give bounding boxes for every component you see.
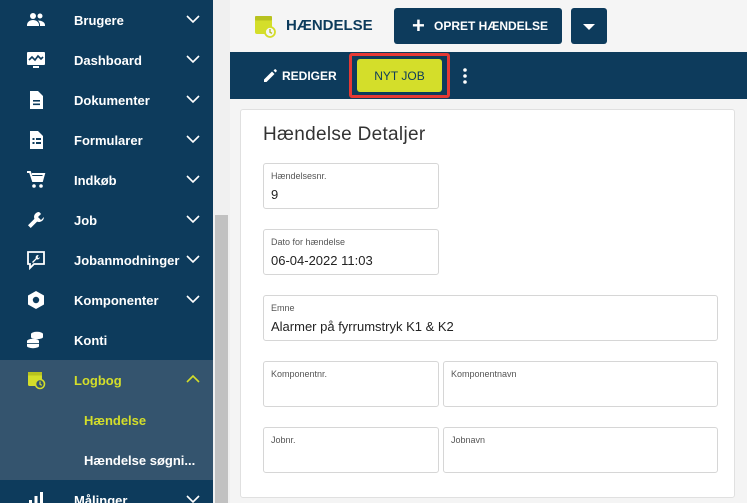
jobnavn-field[interactable]: Jobnavn: [443, 427, 718, 473]
sidebar-item-brugere[interactable]: Brugere: [0, 0, 213, 40]
request-icon: [27, 251, 45, 270]
logbook-icon: [255, 16, 276, 38]
sidebar-item-label: Konti: [74, 332, 108, 348]
emne-field[interactable]: Emne Alarmer på fyrrumstryk K1 & K2: [263, 295, 718, 341]
sidebar-item-logbog[interactable]: Logbog: [0, 360, 213, 400]
sidebar-item-label: Brugere: [74, 12, 124, 28]
dato-field[interactable]: Dato for hændelse 06-04-2022 11:03: [263, 229, 439, 275]
chevron-down-icon: [186, 135, 200, 144]
field-label: Jobnr.: [271, 435, 296, 445]
sidebar-item-formularer[interactable]: Formularer: [0, 120, 213, 160]
sidebar: Brugere Dashboard Dokumenter Formularer …: [0, 0, 213, 503]
sidebar-subitem-haendelse-sogning[interactable]: Hændelse søgni...: [0, 440, 213, 480]
field-value: 06-04-2022 11:03: [271, 253, 373, 268]
coins-icon: [27, 331, 43, 349]
sidebar-item-label: Jobanmodninger: [74, 252, 180, 268]
sidebar-item-label: Logbog: [74, 372, 122, 388]
edit-label: REDIGER: [282, 69, 337, 83]
chevron-down-icon: [186, 295, 200, 304]
page-title: HÆNDELSE: [286, 17, 373, 34]
caret-down-icon: [583, 24, 595, 30]
field-label: Komponentnr.: [271, 369, 328, 379]
sidebar-item-dokumenter[interactable]: Dokumenter: [0, 80, 213, 120]
field-label: Komponentnavn: [451, 369, 517, 379]
field-label: Emne: [271, 303, 295, 313]
dashboard-icon: [27, 52, 45, 68]
sidebar-item-komponenter[interactable]: Komponenter: [0, 280, 213, 320]
field-value: 9: [271, 187, 279, 202]
component-icon: [28, 291, 44, 309]
sidebar-item-label: Job: [74, 212, 98, 228]
sidebar-item-label: Målinger: [74, 492, 128, 503]
create-haendelse-label: OPRET HÆNDELSE: [434, 19, 549, 33]
sidebar-scrollbar-thumb[interactable]: [215, 215, 228, 503]
field-label: Jobnavn: [451, 435, 486, 445]
plus-icon: +: [412, 13, 425, 38]
sidebar-item-label: Dashboard: [74, 52, 142, 68]
cart-icon: [27, 171, 46, 188]
jobnr-field[interactable]: Jobnr.: [263, 427, 439, 473]
haendelsesnr-field[interactable]: Hændelsesnr. 9: [263, 163, 439, 209]
sidebar-item-indkob[interactable]: Indkøb: [0, 160, 213, 200]
sidebar-item-job[interactable]: Job: [0, 200, 213, 240]
sidebar-subitem-label: Hændelse: [84, 412, 147, 428]
sidebar-item-label: Dokumenter: [74, 92, 150, 108]
document-icon: [30, 91, 43, 109]
chevron-down-icon: [186, 55, 200, 64]
chevron-up-icon: [186, 374, 200, 383]
wrench-icon: [28, 212, 44, 228]
field-value: Alarmer på fyrrumstryk K1 & K2: [271, 319, 454, 334]
sidebar-item-label: Formularer: [74, 132, 143, 148]
new-job-button[interactable]: NYT JOB: [357, 59, 442, 92]
field-label: Dato for hændelse: [271, 237, 346, 247]
sidebar-item-label: Komponenter: [74, 292, 159, 308]
chart-icon: [29, 492, 43, 503]
sidebar-item-label: Indkøb: [74, 172, 117, 188]
logbook-icon: [28, 372, 46, 390]
chevron-down-icon: [186, 495, 200, 503]
sidebar-item-dashboard[interactable]: Dashboard: [0, 40, 213, 80]
sidebar-item-konti[interactable]: Konti: [0, 320, 213, 360]
field-label: Hændelsesnr.: [271, 171, 327, 181]
edit-button[interactable]: REDIGER: [262, 66, 337, 86]
create-haendelse-button[interactable]: + OPRET HÆNDELSE: [394, 8, 562, 44]
new-job-label: NYT JOB: [374, 69, 425, 83]
chevron-down-icon: [186, 215, 200, 224]
sidebar-item-malinger[interactable]: Målinger: [0, 480, 213, 503]
pencil-icon: [264, 69, 277, 82]
chevron-down-icon: [186, 95, 200, 104]
sidebar-subitem-haendelse[interactable]: Hændelse: [0, 400, 213, 440]
details-title: Hændelse Detaljer: [263, 124, 426, 145]
more-vertical-icon[interactable]: [459, 66, 471, 86]
create-dropdown-button[interactable]: [571, 8, 607, 44]
form-icon: [30, 131, 43, 149]
sidebar-subitem-label: Hændelse søgni...: [84, 452, 196, 468]
komponentnavn-field[interactable]: Komponentnavn: [443, 361, 718, 407]
chevron-down-icon: [186, 15, 200, 24]
komponentnr-field[interactable]: Komponentnr.: [263, 361, 439, 407]
chevron-down-icon: [186, 175, 200, 184]
users-icon: [27, 13, 45, 26]
chevron-down-icon: [186, 255, 200, 264]
sidebar-item-jobanmodninger[interactable]: Jobanmodninger: [0, 240, 213, 280]
